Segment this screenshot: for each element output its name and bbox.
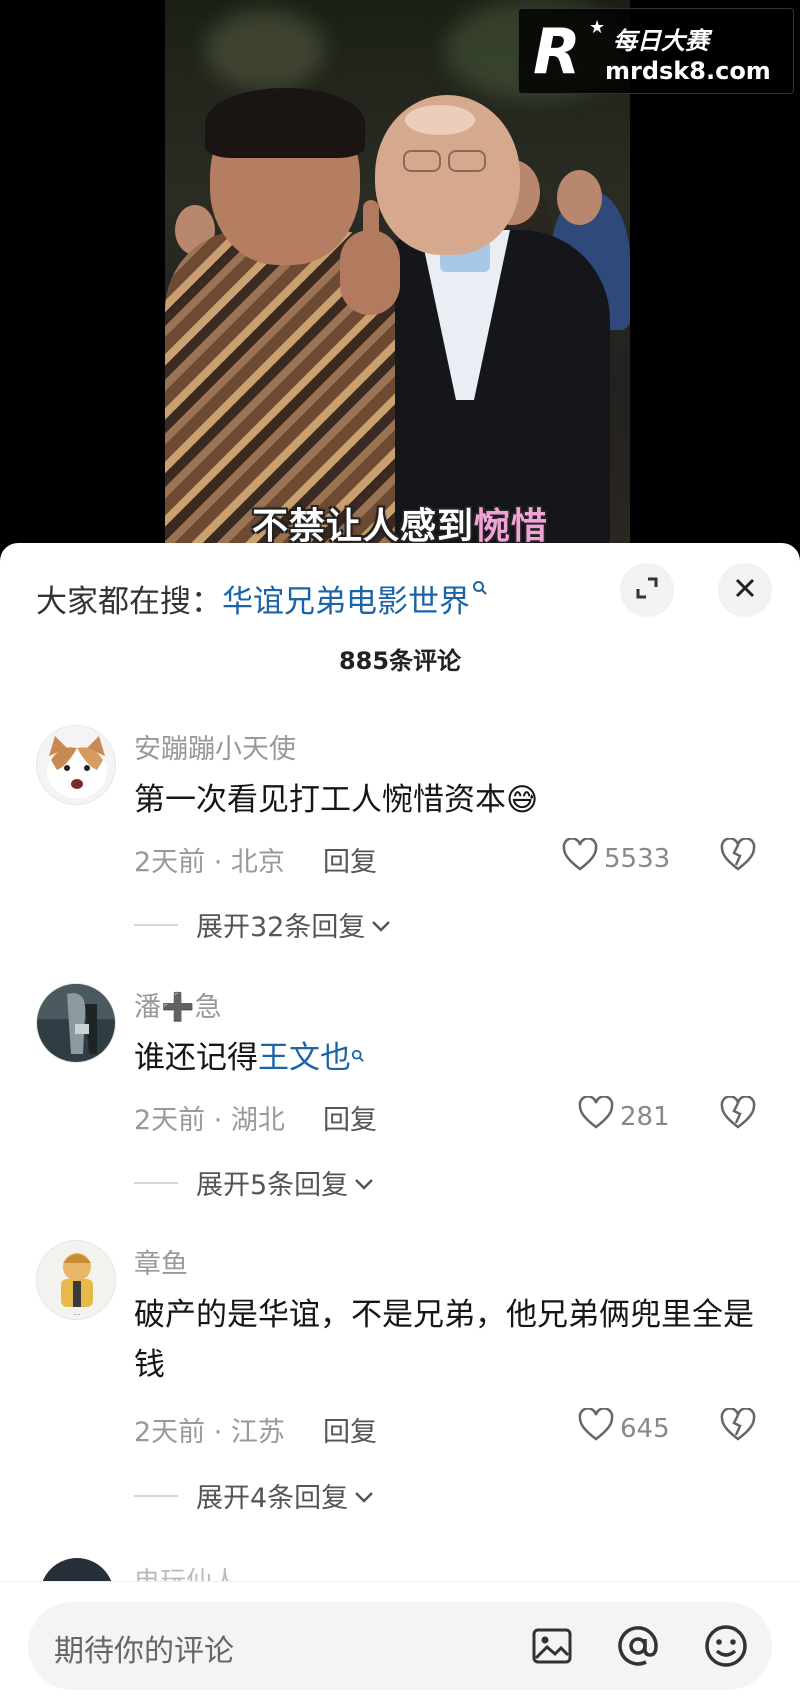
like-button[interactable]: 281 [578, 1095, 670, 1137]
comment-input-placeholder: 期待你的评论 [54, 1634, 234, 1669]
video-subtitle: 不禁让人感到惋惜 [251, 505, 549, 545]
comment-count: 885条评论 [338, 647, 462, 675]
like-count: 281 [620, 1101, 670, 1132]
avatar[interactable]: ··· [36, 1240, 116, 1320]
svg-text:···: ··· [74, 1311, 81, 1319]
at-icon[interactable] [614, 1622, 662, 1670]
trending-search-label: 大家都在搜： [36, 583, 222, 620]
dislike-button[interactable] [720, 837, 756, 876]
broken-heart-icon [720, 1407, 756, 1446]
video-player[interactable]: 不禁让人感到惋惜 R ★ 每日大赛 mrdsk8.com [0, 0, 800, 545]
comment-text: 第一次看见打工人惋惜资本😅 [134, 782, 539, 818]
broken-heart-icon [720, 1095, 756, 1134]
chevron-down-icon [354, 1167, 374, 1198]
heart-icon [562, 837, 598, 879]
reply-button[interactable]: 回复 [323, 1410, 377, 1449]
expand-button[interactable] [620, 563, 674, 617]
search-icon [472, 580, 488, 601]
avatar[interactable] [36, 983, 116, 1063]
reply-button[interactable]: 回复 [323, 840, 377, 879]
watermark-logo: R ★ 每日大赛 mrdsk8.com [518, 8, 794, 94]
expand-replies-label: 展开32条回复 [196, 912, 366, 943]
comment-text: 谁还记得王文也 [134, 1033, 754, 1083]
heart-icon [578, 1407, 614, 1449]
expand-replies-button[interactable]: 展开32条回复 [134, 905, 391, 944]
like-count: 645 [620, 1413, 670, 1444]
watermark-mark: R [533, 15, 581, 88]
heart-icon [578, 1095, 614, 1137]
comment-meta: 2天前 · 北京 [134, 847, 285, 878]
comment-meta: 2天前 · 湖北 [134, 1105, 285, 1136]
mention-link[interactable]: 王文也 [258, 1040, 351, 1076]
comment-text: 破产的是华谊，不是兄弟，他兄弟俩兜里全是钱 [134, 1297, 754, 1383]
close-button[interactable] [718, 563, 772, 617]
like-button[interactable]: 645 [578, 1407, 670, 1449]
star-icon: ★ [589, 17, 606, 38]
close-icon [734, 577, 756, 603]
dislike-button[interactable] [720, 1095, 756, 1134]
search-icon [351, 1048, 365, 1068]
trending-search[interactable]: 大家都在搜： 华谊兄弟电影世界 [36, 568, 488, 628]
watermark-brand: 每日大赛 [613, 27, 709, 55]
avatar[interactable] [36, 725, 116, 805]
expand-replies-button[interactable]: 展开5条回复 [134, 1163, 374, 1202]
broken-heart-icon [720, 837, 756, 876]
comment-username[interactable]: 章鱼 [134, 1242, 188, 1281]
image-icon[interactable] [528, 1622, 576, 1670]
watermark-url: mrdsk8.com [605, 57, 771, 85]
comment-sheet: 大家都在搜： 华谊兄弟电影世界 885条评论 安蹦蹦小天使 第一次看见打工人惋惜… [0, 543, 800, 1703]
comment-username[interactable]: 安蹦蹦小天使 [134, 727, 296, 766]
expand-replies-label: 展开5条回复 [196, 1170, 349, 1201]
like-count: 5533 [604, 843, 671, 874]
chevron-down-icon [371, 909, 391, 940]
expand-replies-button[interactable]: 展开4条回复 [134, 1476, 374, 1515]
expand-icon [634, 575, 660, 605]
expand-replies-label: 展开4条回复 [196, 1483, 349, 1514]
emoji-icon[interactable] [702, 1622, 750, 1670]
comment-username[interactable]: 潘➕急 [134, 985, 222, 1024]
comment-input-bar: 期待你的评论 [0, 1581, 800, 1703]
comment-meta: 2天前 · 江苏 [134, 1417, 285, 1448]
like-button[interactable]: 5533 [562, 837, 671, 879]
chevron-down-icon [354, 1480, 374, 1511]
comment-input[interactable]: 期待你的评论 [28, 1602, 772, 1690]
dislike-button[interactable] [720, 1407, 756, 1446]
trending-search-term[interactable]: 华谊兄弟电影世界 [222, 576, 470, 621]
reply-button[interactable]: 回复 [323, 1098, 377, 1137]
